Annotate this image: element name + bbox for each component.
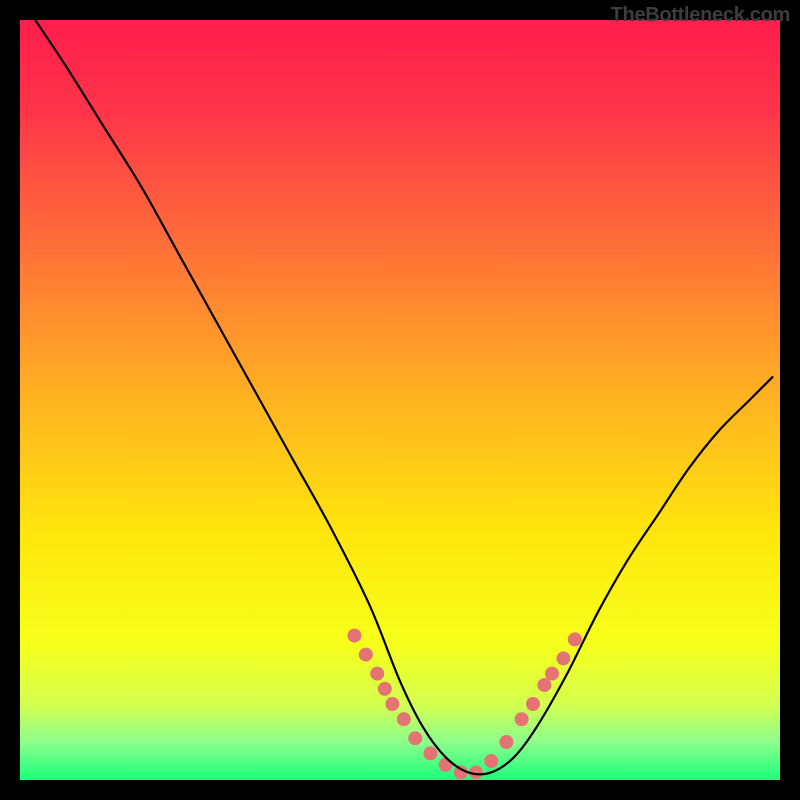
highlight-point	[423, 746, 437, 760]
chart-svg	[20, 20, 780, 780]
highlight-point	[385, 697, 399, 711]
highlight-point	[397, 712, 411, 726]
highlight-point	[568, 632, 582, 646]
highlight-point	[484, 754, 498, 768]
highlight-point	[515, 712, 529, 726]
highlight-point	[537, 678, 551, 692]
highlight-point	[359, 648, 373, 662]
gradient-background	[20, 20, 780, 780]
highlight-point	[378, 682, 392, 696]
highlight-point	[526, 697, 540, 711]
highlight-point	[556, 651, 570, 665]
highlight-point	[370, 667, 384, 681]
highlight-point	[545, 667, 559, 681]
highlight-point	[408, 731, 422, 745]
chart-canvas	[20, 20, 780, 780]
highlight-point	[499, 735, 513, 749]
highlight-point	[439, 758, 453, 772]
highlight-point	[347, 629, 361, 643]
watermark-text: TheBottleneck.com	[611, 4, 790, 27]
